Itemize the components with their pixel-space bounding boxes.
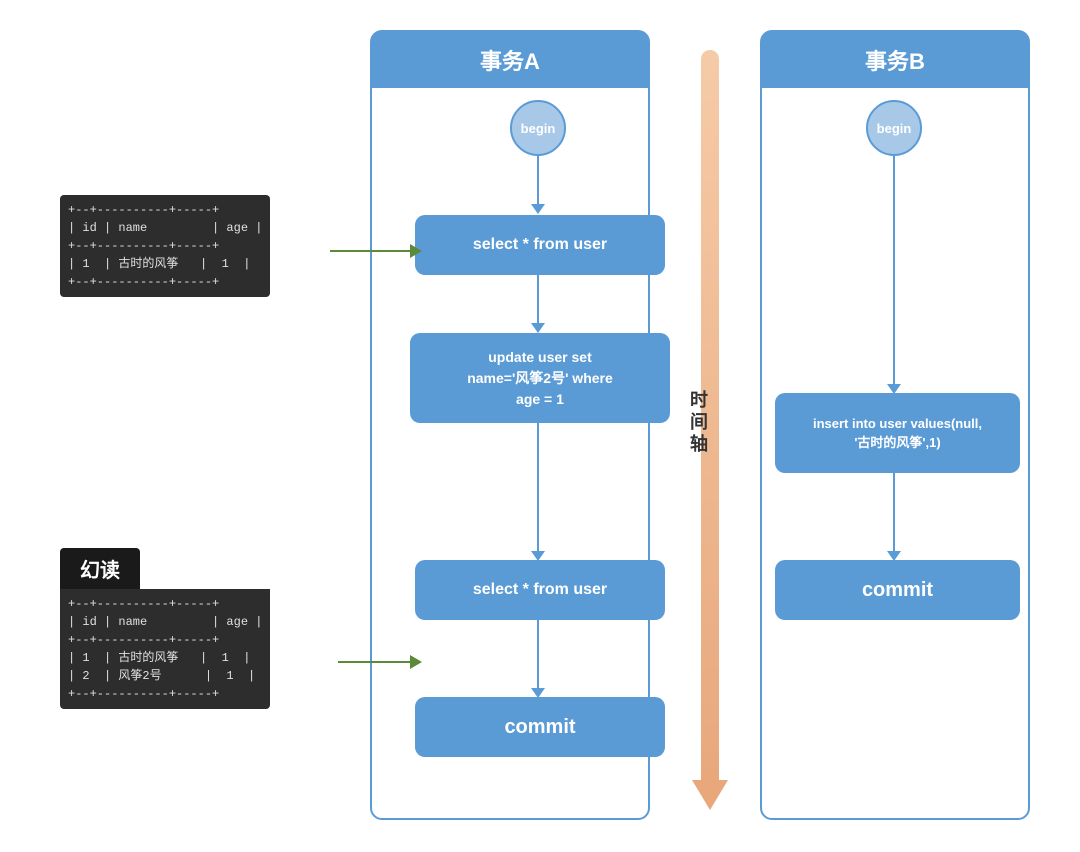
time-axis-label: 时间轴 (685, 390, 711, 456)
node-b-commit: commit (775, 560, 1020, 620)
table2-content: +--+----------+-----+ | id | name | age … (60, 589, 270, 709)
phantom-read-wrapper: 幻读 +--+----------+-----+ | id | name | a… (60, 548, 140, 589)
arrow-a-4 (537, 620, 539, 690)
arrow-a-2 (537, 275, 539, 325)
arrow-b-1 (893, 156, 895, 386)
arrowhead-a-2 (531, 323, 545, 333)
arrow-b-2 (893, 473, 895, 553)
green-arrow-2 (338, 655, 422, 669)
transaction-b-header: 事务B (762, 32, 1028, 88)
node-a-select2: select * from user (415, 560, 665, 620)
green-arrow-1 (330, 244, 422, 258)
transaction-a-title: 事务A (480, 49, 540, 74)
node-b-insert: insert into user values(null,'古时的风筝',1) (775, 393, 1020, 473)
table1-content: +--+----------+-----+ | id | name | age … (60, 195, 270, 297)
arrowhead-a-1 (531, 204, 545, 214)
arrow-a-1 (537, 156, 539, 206)
transaction-a-header: 事务A (372, 32, 648, 88)
node-a-begin: begin (510, 100, 566, 156)
phantom-read-label: 幻读 (60, 548, 140, 589)
time-axis-arrow (692, 780, 728, 810)
arrow-a-3 (537, 423, 539, 553)
node-a-update: update user set name='风筝2号' where age = … (410, 333, 670, 423)
diagram-container: 事务A 事务B 时间轴 begin select * from user upd… (0, 0, 1080, 852)
node-a-commit: commit (415, 697, 665, 757)
node-a-select1: select * from user (415, 215, 665, 275)
transaction-b-title: 事务B (865, 49, 925, 74)
node-b-begin: begin (866, 100, 922, 156)
